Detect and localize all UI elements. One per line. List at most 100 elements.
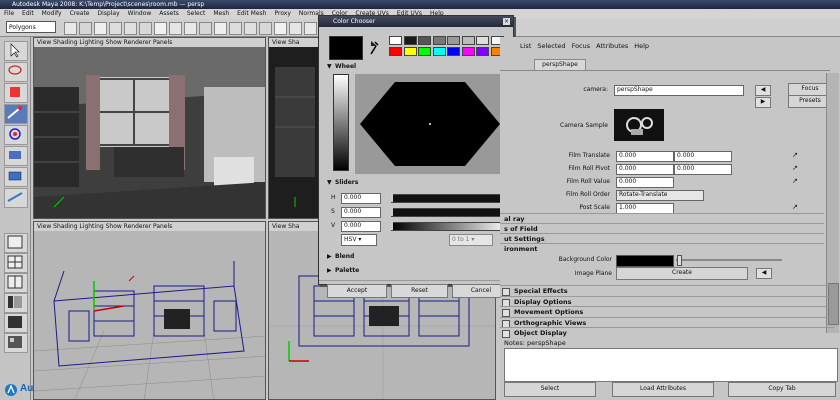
attr-connect-icon[interactable]: ↗ (792, 177, 802, 186)
palette-swatch[interactable] (461, 47, 475, 56)
attr-field[interactable]: 0.000 (674, 151, 732, 162)
menu-item-edit-mesh[interactable]: Edit Mesh (237, 10, 266, 17)
status-line-icon[interactable] (139, 22, 152, 35)
sliders-section-header[interactable]: ▼ Sliders (327, 178, 507, 187)
range-select[interactable]: 0 to 1 ▾ (449, 234, 493, 246)
ae-menu-focus[interactable]: Focus (572, 42, 591, 50)
menu-item-file[interactable]: File (4, 10, 14, 17)
menu-item-mesh[interactable]: Mesh (213, 10, 229, 17)
ae-menu-attributes[interactable]: Attributes (596, 42, 628, 50)
layout-outliner-icon[interactable] (4, 293, 28, 313)
accept-button[interactable]: Accept (327, 284, 387, 298)
viewport-top-right[interactable]: View Sha (268, 37, 320, 219)
slider-track[interactable] (391, 208, 511, 217)
ae-menu-list[interactable]: List (520, 42, 531, 50)
rotate-tool-icon[interactable] (4, 125, 28, 145)
ae-menu-selected[interactable]: Selected (537, 42, 565, 50)
mode-select[interactable]: HSV ▾ (341, 234, 377, 246)
layout-single-icon[interactable] (4, 233, 28, 253)
color-chooser-dialog[interactable]: Color Chooser × ▼ Wheel ▼ Sliders HSV ▾ 0 … (318, 15, 514, 298)
attr-connect-icon[interactable]: ↗ (792, 151, 802, 160)
ae-section-movement-options[interactable]: Movement Options (500, 306, 834, 317)
palette-swatch[interactable] (447, 36, 460, 45)
attr-connect-icon[interactable]: ↗ (792, 164, 802, 173)
color-wheel[interactable] (355, 74, 505, 174)
palette-swatch[interactable] (476, 36, 489, 45)
menu-item-assets[interactable]: Assets (159, 10, 179, 17)
select-tool-icon[interactable] (4, 41, 28, 61)
menu-item-create[interactable]: Create (70, 10, 90, 17)
load-attributes-button[interactable]: Load Attributes (612, 382, 714, 397)
attr-connect-icon[interactable]: ↗ (792, 203, 802, 212)
status-line-icon[interactable] (304, 22, 317, 35)
status-line-icon[interactable] (169, 22, 182, 35)
ae-section-object-display[interactable]: Object Display (500, 327, 834, 338)
attr-field[interactable]: 0.000 (616, 177, 674, 188)
notes-textarea[interactable] (504, 348, 838, 382)
status-line-icon[interactable] (259, 22, 272, 35)
layout-hypershade-icon[interactable] (4, 333, 28, 353)
status-line-icon[interactable] (274, 22, 287, 35)
palette-swatch[interactable] (476, 47, 489, 56)
reset-button[interactable]: Reset (391, 284, 448, 298)
menu-item-select[interactable]: Select (187, 10, 206, 17)
status-line-icon[interactable] (94, 22, 107, 35)
slider-value-field[interactable]: 0.000 (341, 207, 381, 218)
camera-name-field[interactable]: perspShape (614, 85, 744, 96)
image-plane-link-icon[interactable]: ◀ (756, 268, 772, 279)
status-line-icon[interactable] (124, 22, 137, 35)
status-line-icon[interactable] (154, 22, 167, 35)
presets-arrow-icon[interactable]: ▶ (755, 97, 771, 108)
render-view[interactable] (269, 47, 319, 218)
palette-swatch[interactable] (403, 36, 417, 45)
copy-tab-button[interactable]: Copy Tab (728, 382, 836, 397)
palette-swatch[interactable] (403, 47, 417, 56)
background-color-slider[interactable] (676, 259, 782, 261)
layout-two-icon[interactable] (4, 273, 28, 293)
wheel-section-header[interactable]: ▼ Wheel (327, 62, 507, 71)
attr-field[interactable]: 0.000 (616, 164, 674, 175)
layout-four-icon[interactable] (4, 253, 28, 273)
ae-menu-help[interactable]: Help (634, 42, 649, 50)
slider-track[interactable] (391, 222, 511, 231)
slider-handle[interactable] (391, 193, 393, 202)
manipulator-tool-icon[interactable] (4, 167, 28, 187)
status-line-icon[interactable] (244, 22, 257, 35)
mode-select[interactable]: Polygons (6, 21, 56, 33)
palette-swatch[interactable] (447, 47, 460, 56)
menu-item-window[interactable]: Window (128, 10, 152, 17)
ae-section-display-options[interactable]: Display Options (500, 295, 834, 307)
palette-swatch[interactable] (432, 47, 446, 56)
status-line-icon[interactable] (184, 22, 197, 35)
soft-mod-tool-icon[interactable] (4, 188, 28, 208)
menu-item-modify[interactable]: Modify (42, 10, 62, 17)
value-gradient-bar[interactable] (333, 74, 349, 171)
menu-item-proxy[interactable]: Proxy (274, 10, 290, 17)
color-palette[interactable] (389, 36, 506, 58)
create-image-plane-button[interactable]: Create (616, 267, 748, 280)
menu-item-display[interactable]: Display (98, 10, 120, 17)
ae-section-special-effects[interactable]: Special Effects (500, 285, 834, 296)
paint-select-tool-icon[interactable] (4, 83, 28, 103)
status-line-icon[interactable] (199, 22, 212, 35)
ae-section-orthographic-views[interactable]: Orthographic Views (500, 316, 834, 328)
palette-swatch[interactable] (389, 47, 402, 56)
slider-value-field[interactable]: 0.000 (341, 221, 381, 232)
background-color-slider-handle[interactable] (677, 255, 682, 266)
viewport-wireframe-persp[interactable]: View Shading Lighting Show Renderer Pane… (33, 221, 266, 400)
select-button[interactable]: Select (504, 382, 596, 397)
focus-arrow-icon[interactable]: ◀ (755, 85, 771, 96)
wireframe-view[interactable] (34, 231, 265, 399)
move-tool-icon[interactable] (4, 104, 28, 124)
layout-graph-icon[interactable] (4, 313, 28, 333)
status-line-icon[interactable] (109, 22, 122, 35)
viewport-perspective[interactable]: View Shading Lighting Show Renderer Pane… (33, 37, 266, 219)
menu-item-edit[interactable]: Edit (22, 10, 34, 17)
palette-swatch[interactable] (418, 47, 431, 56)
status-line-icon[interactable] (289, 22, 302, 35)
palette-swatch[interactable] (389, 36, 402, 45)
status-line-icon[interactable] (79, 22, 92, 35)
attr-field[interactable]: 0.000 (674, 164, 732, 175)
color-chooser-title-bar[interactable]: Color Chooser (319, 16, 513, 27)
attr-field[interactable]: Rotate-Translate (616, 190, 704, 201)
